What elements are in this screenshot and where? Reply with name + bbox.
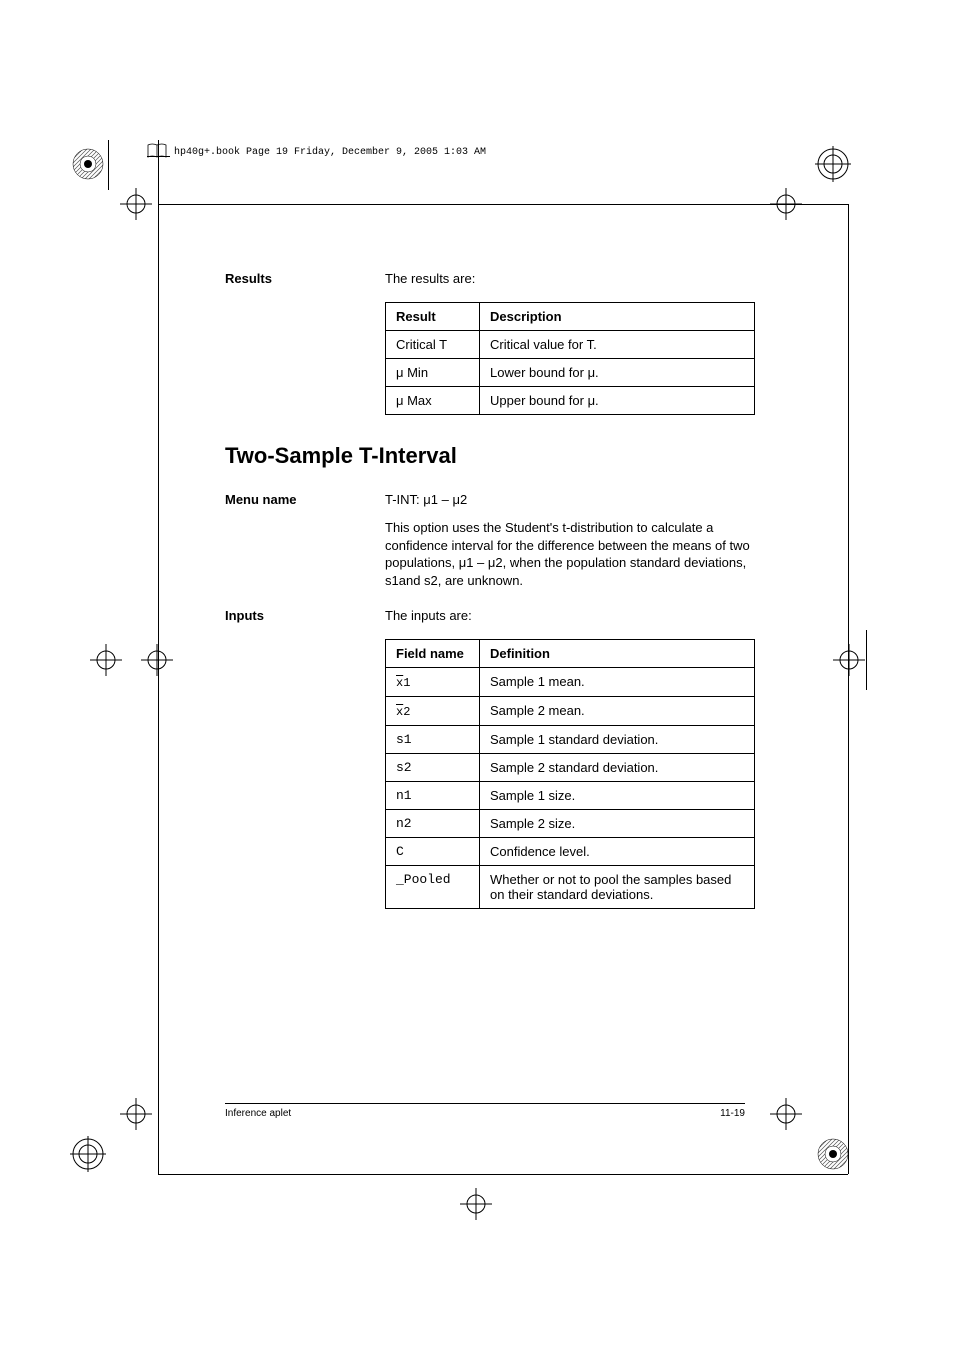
- inputs-header-0: Field name: [386, 640, 480, 668]
- section-heading: Two-Sample T-Interval: [225, 443, 755, 469]
- table-row: n2Sample 2 size.: [386, 810, 755, 838]
- table-row: x2Sample 2 mean.: [386, 697, 755, 726]
- crosshair-mid-left-inner: [141, 644, 173, 676]
- table-row: s1Sample 1 standard deviation.: [386, 726, 755, 754]
- registration-mark-top-left: [70, 146, 106, 182]
- footer-rule: [225, 1103, 745, 1104]
- menu-name-value: T-INT: μ1 – μ2: [385, 492, 467, 507]
- table-row: μ MinLower bound for μ.: [386, 359, 755, 387]
- results-header-0: Result: [386, 303, 480, 331]
- registration-mark-bot-left: [70, 1136, 106, 1172]
- results-label: Results: [225, 271, 272, 286]
- page-rule-bottom: [158, 1174, 848, 1175]
- menu-name-label: Menu name: [225, 492, 297, 507]
- main-content: Results The results are: Result Descript…: [225, 270, 755, 909]
- footer-left: Inference aplet: [225, 1108, 291, 1119]
- crosshair-mid-left-outer: [90, 644, 122, 676]
- inputs-intro: The inputs are:: [385, 608, 472, 623]
- print-header: hp40g+.book Page 19 Friday, December 9, …: [170, 147, 490, 158]
- page-rule-top: [158, 204, 848, 205]
- results-table: Result Description Critical TCritical va…: [385, 302, 755, 415]
- table-row: μ MaxUpper bound for μ.: [386, 387, 755, 415]
- results-header-1: Description: [480, 303, 755, 331]
- crosshair-mid-right: [833, 644, 865, 676]
- crosshair-bot-right: [770, 1098, 802, 1130]
- crosshair-bot-left: [120, 1098, 152, 1130]
- rule-mid-right: [866, 630, 867, 690]
- table-row: n1Sample 1 size.: [386, 782, 755, 810]
- book-icon: [147, 143, 167, 164]
- footer-right: 11-19: [720, 1108, 745, 1119]
- inputs-table: Field name Definition x1Sample 1 mean. x…: [385, 639, 755, 909]
- table-row: _PooledWhether or not to pool the sample…: [386, 866, 755, 909]
- table-row: CConfidence level.: [386, 838, 755, 866]
- inputs-header-1: Definition: [480, 640, 755, 668]
- results-intro: The results are:: [385, 271, 475, 286]
- table-row: x1Sample 1 mean.: [386, 668, 755, 697]
- page-rule-right: [848, 204, 849, 1174]
- inputs-label: Inputs: [225, 608, 264, 623]
- page-rule-left: [158, 140, 159, 1175]
- table-row: Critical TCritical value for T.: [386, 331, 755, 359]
- registration-mark-bot-right: [815, 1136, 851, 1172]
- table-row: s2Sample 2 standard deviation.: [386, 754, 755, 782]
- menu-description: This option uses the Student's t-distrib…: [385, 519, 755, 589]
- crosshair-top-left: [120, 188, 152, 220]
- rule-stub-tl: [108, 140, 109, 190]
- crosshair-bottom-center: [460, 1188, 492, 1220]
- registration-mark-top-right: [815, 146, 851, 182]
